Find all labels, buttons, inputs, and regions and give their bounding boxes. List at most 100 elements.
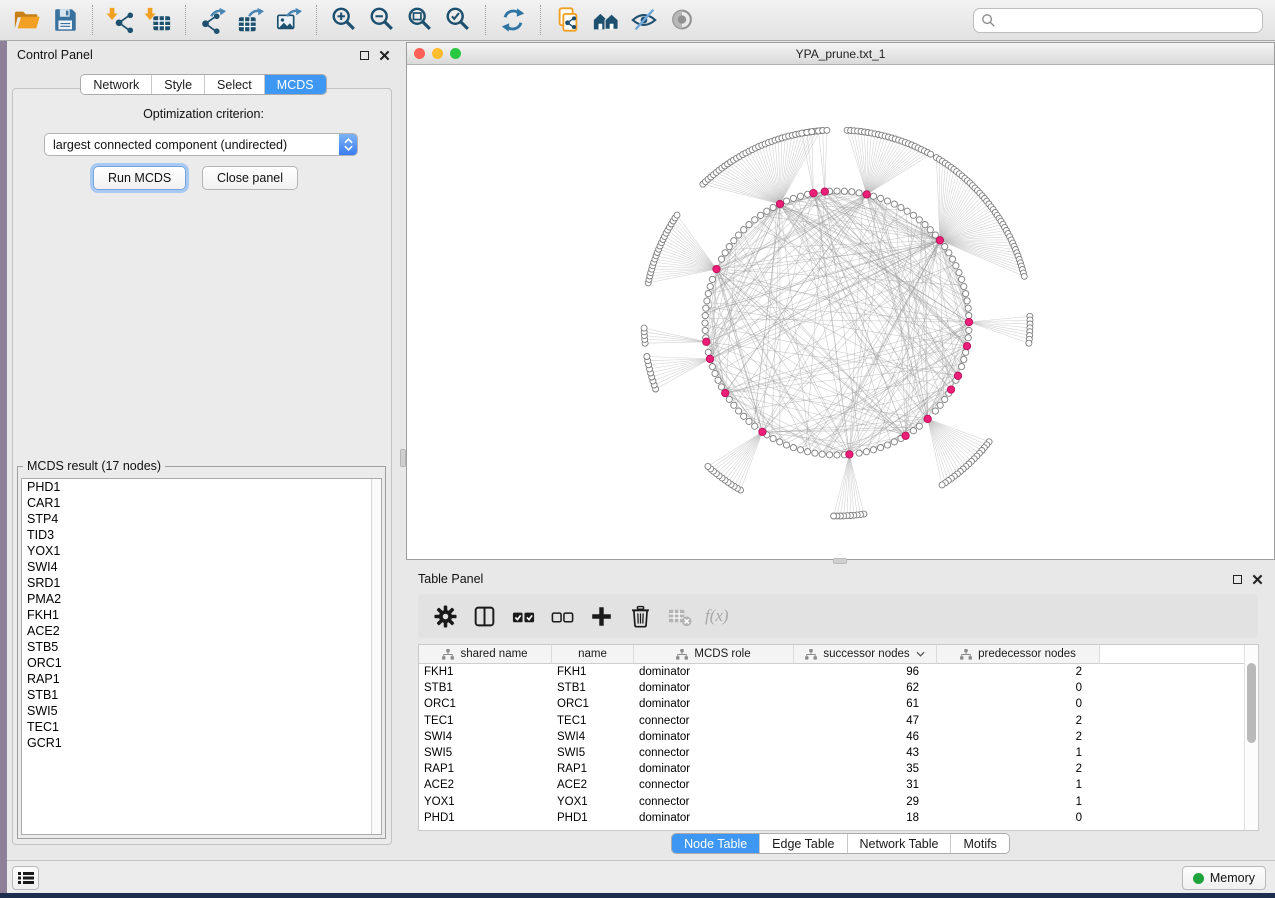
column-header-successor-nodes[interactable]: successor nodes [794,645,937,664]
cell-MCDS-role[interactable]: dominator [634,666,794,678]
cell-name[interactable]: SWI4 [552,731,634,743]
ring-node[interactable] [870,193,876,199]
refresh-layout-button[interactable] [497,4,529,36]
cell-shared-name[interactable]: FKH1 [419,666,552,678]
hub-node[interactable] [954,372,961,379]
list-scrollbar[interactable] [371,479,381,834]
cell-shared-name[interactable]: STB1 [419,682,552,694]
add-column-button[interactable] [588,603,614,629]
cell-name[interactable]: SWI5 [552,747,634,759]
hub-node[interactable] [963,342,970,349]
ring-node[interactable] [718,384,724,390]
tab-edge-table[interactable]: Edge Table [759,834,846,853]
edge[interactable] [928,419,961,472]
mcds-result-item[interactable]: GCR1 [22,735,381,751]
table-row[interactable]: FKH1FKH1dominator962 [419,664,1258,680]
ring-node[interactable] [758,212,764,218]
cell-successor-nodes[interactable]: 43 [794,747,937,759]
deselect-all-rows-button[interactable] [549,603,575,629]
edge[interactable] [867,137,889,194]
edge[interactable] [940,191,978,241]
ring-node[interactable] [812,450,818,456]
mcds-result-item[interactable]: PMA2 [22,591,381,607]
edge[interactable] [644,332,706,342]
ring-node[interactable] [805,449,811,455]
leaf-node[interactable] [809,129,815,135]
mcds-result-item[interactable]: STB5 [22,639,381,655]
edge[interactable] [812,193,905,435]
ring-node[interactable] [965,305,971,311]
export-table-button[interactable] [235,4,267,36]
select-all-rows-button[interactable] [510,603,536,629]
ring-node[interactable] [841,188,847,194]
hub-node[interactable] [863,191,870,198]
ring-node[interactable] [712,370,718,376]
cell-name[interactable]: RAP1 [552,763,634,775]
mcds-result-item[interactable]: SWI4 [22,559,381,575]
cell-MCDS-role[interactable]: connector [634,779,794,791]
mcds-result-item[interactable]: STB1 [22,687,381,703]
cell-name[interactable]: ORC1 [552,698,634,710]
import-network-button[interactable] [104,4,136,36]
cell-predecessor-nodes[interactable]: 0 [937,698,1100,710]
mcds-result-item[interactable]: SRD1 [22,575,381,591]
tab-network[interactable]: Network [81,75,151,94]
cell-shared-name[interactable]: RAP1 [419,763,552,775]
hub-node[interactable] [759,428,766,435]
cell-shared-name[interactable]: TEC1 [419,715,552,727]
edge[interactable] [731,432,762,485]
cell-MCDS-role[interactable]: dominator [634,731,794,743]
table-row[interactable]: ORC1ORC1dominator610 [419,696,1258,712]
ring-node[interactable] [752,217,758,223]
ring-node[interactable] [705,291,711,297]
ring-node[interactable] [702,327,708,333]
cell-shared-name[interactable]: SWI5 [419,747,552,759]
table-row[interactable]: SWI4SWI4dominator462 [419,729,1258,745]
ring-node[interactable] [966,327,972,333]
ring-node[interactable] [963,291,969,297]
search-input[interactable] [996,13,1255,27]
ring-node[interactable] [898,204,904,210]
edge[interactable] [772,208,968,346]
hub-node[interactable] [965,318,972,325]
network-canvas[interactable] [407,65,1274,559]
edge[interactable] [647,357,710,359]
ring-node[interactable] [722,250,728,256]
hub-node[interactable] [810,189,817,196]
ring-node[interactable] [790,445,796,451]
edge[interactable] [708,432,763,467]
cell-successor-nodes[interactable]: 29 [794,796,937,808]
search-field[interactable] [973,8,1263,33]
ring-node[interactable] [961,356,967,362]
edge[interactable] [706,307,967,347]
cell-successor-nodes[interactable]: 46 [794,731,937,743]
ring-node[interactable] [878,445,884,451]
edge[interactable] [867,151,925,195]
ring-node[interactable] [705,349,711,355]
edge[interactable] [650,269,717,276]
tab-mcds[interactable]: MCDS [264,75,326,94]
cell-MCDS-role[interactable]: connector [634,747,794,759]
hub-node[interactable] [821,188,828,195]
edge[interactable] [849,454,860,514]
edge[interactable] [737,237,850,454]
leaf-node[interactable] [1021,273,1027,279]
hub-node[interactable] [846,451,853,458]
cell-name[interactable]: FKH1 [552,666,634,678]
hub-node[interactable] [776,200,783,207]
mcds-result-item[interactable]: ORC1 [22,655,381,671]
cell-shared-name[interactable]: ACE2 [419,779,552,791]
edge[interactable] [654,359,710,385]
ring-node[interactable] [856,450,862,456]
ring-node[interactable] [819,451,825,457]
edge[interactable] [928,419,972,462]
cell-predecessor-nodes[interactable]: 1 [937,779,1100,791]
table-row[interactable]: ACE2ACE2connector311 [419,777,1258,793]
table-row[interactable]: YOX1YOX1connector291 [419,794,1258,810]
cell-predecessor-nodes[interactable]: 2 [937,666,1100,678]
hide-selected-button[interactable] [628,4,660,36]
ring-node[interactable] [731,238,737,244]
ring-node[interactable] [834,452,840,458]
table-row[interactable]: STB1STB1dominator620 [419,680,1258,696]
ring-node[interactable] [790,195,796,201]
